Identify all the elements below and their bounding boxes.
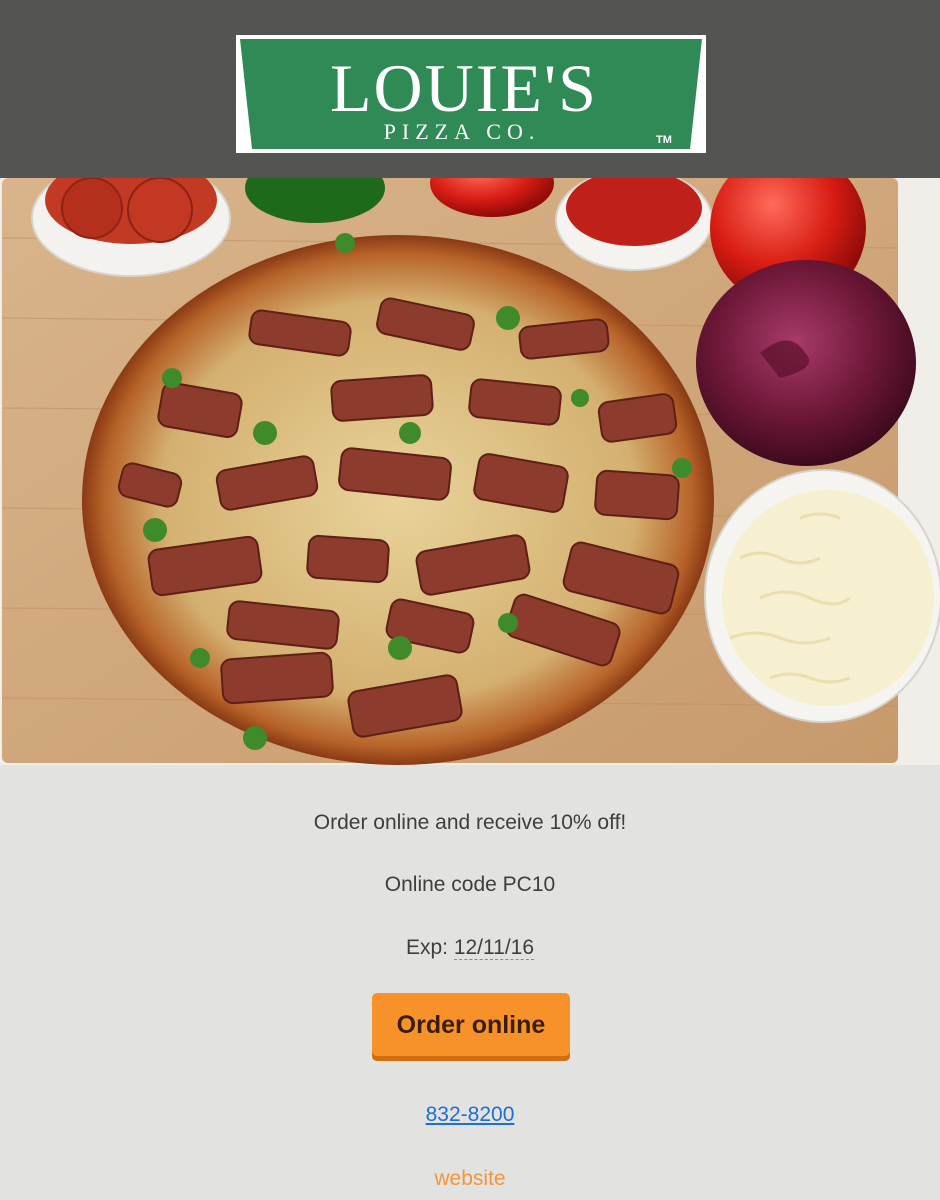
pizza-hero-image bbox=[0, 178, 940, 765]
promo-code-text: Online code PC10 bbox=[384, 873, 556, 896]
promo-text: Order online and receive 10% off! bbox=[313, 811, 627, 834]
louies-pizza-logo[interactable]: LOUIE'S PIZZA CO. TM bbox=[236, 35, 706, 153]
header-bar: LOUIE'S PIZZA CO. TM bbox=[0, 0, 940, 178]
svg-text:TM: TM bbox=[656, 134, 672, 146]
website-link[interactable]: website bbox=[434, 1167, 505, 1190]
svg-text:PIZZA CO.: PIZZA CO. bbox=[384, 119, 541, 144]
expiration-date: 12/11/16 bbox=[453, 936, 535, 960]
svg-text:LOUIE'S: LOUIE'S bbox=[330, 50, 598, 126]
phone-row: 832-8200 bbox=[0, 1103, 940, 1127]
promo-content: Order online and receive 10% off! Online… bbox=[0, 765, 940, 1200]
expiration-line: Exp: 12/11/16 bbox=[0, 936, 940, 960]
phone-link[interactable]: 832-8200 bbox=[426, 1103, 515, 1126]
website-row: website bbox=[0, 1167, 940, 1191]
expiration-label: Exp: bbox=[405, 936, 454, 959]
order-online-button[interactable]: Order online bbox=[372, 993, 570, 1061]
